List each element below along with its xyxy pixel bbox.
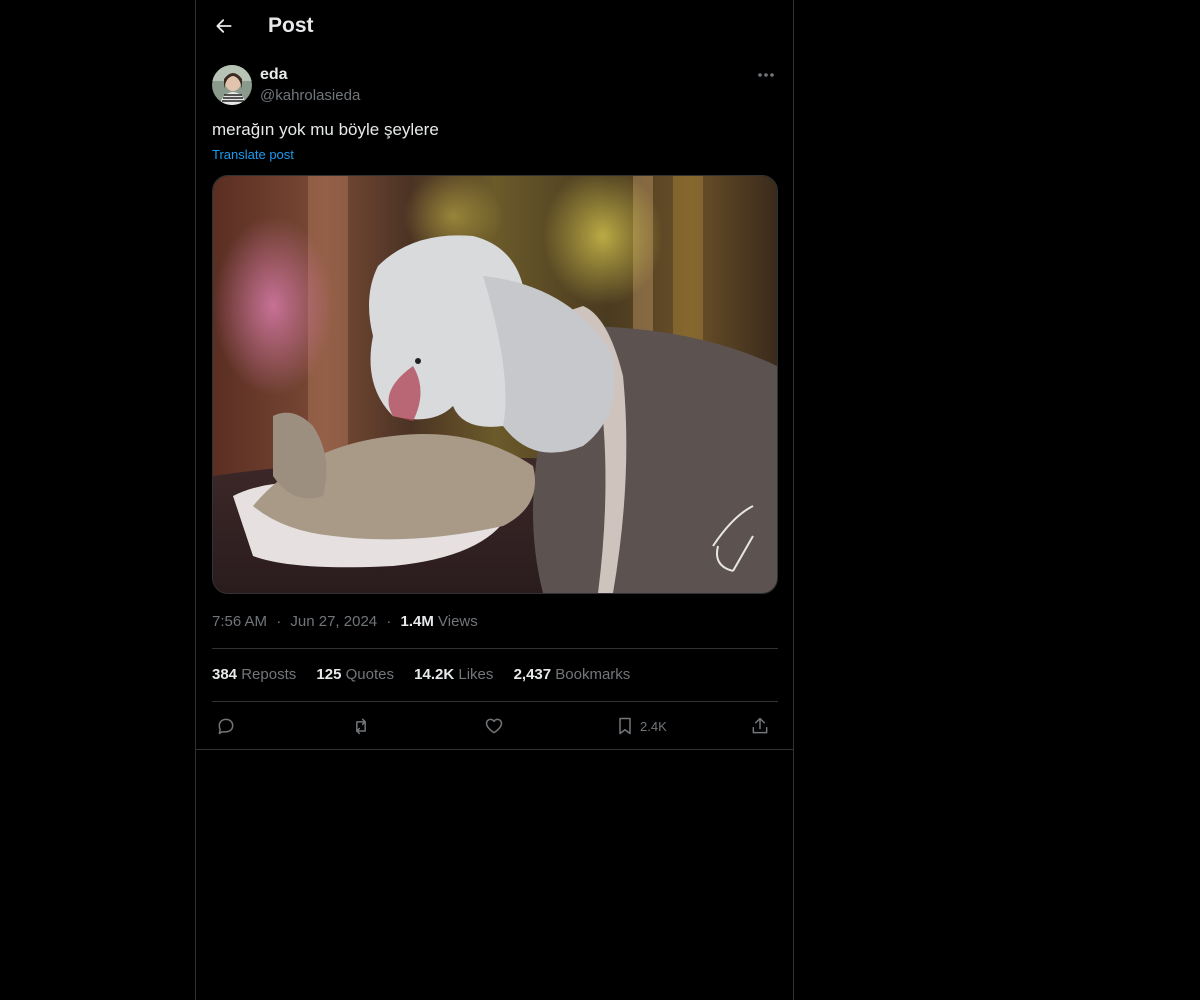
media-illustration	[213, 176, 777, 593]
back-button[interactable]	[212, 14, 236, 38]
author-display-name[interactable]: eda	[260, 66, 288, 84]
heart-icon	[485, 718, 503, 734]
avatar[interactable]	[212, 65, 252, 105]
more-horizontal-icon	[758, 73, 774, 77]
quotes-count: 125	[316, 666, 342, 683]
views-count: 1.4M	[400, 613, 434, 630]
bookmarks-stat[interactable]: 2,437 Bookmarks	[514, 666, 631, 683]
views-label: Views	[438, 613, 478, 630]
author-handle[interactable]: @kahrolasieda	[260, 87, 360, 104]
more-options-button[interactable]	[754, 65, 778, 85]
divider	[212, 648, 778, 649]
post-time[interactable]: 7:56 AM	[212, 613, 267, 630]
bookmark-count: 2.4K	[640, 718, 667, 734]
translate-post-link[interactable]: Translate post	[212, 147, 294, 162]
likes-label: Likes	[458, 666, 494, 683]
divider	[196, 749, 793, 750]
repost-icon	[356, 718, 366, 735]
reply-icon	[218, 718, 234, 735]
post-actions: 2.4K	[212, 713, 778, 739]
reply-button[interactable]	[216, 713, 236, 739]
page-title: Post	[268, 14, 314, 37]
post-detail-column: Post eda @kahrolasieda merağın yok mu bö…	[195, 0, 794, 1000]
quotes-label: Quotes	[345, 666, 394, 683]
reposts-label: Reposts	[241, 666, 297, 683]
bookmarks-label: Bookmarks	[555, 666, 631, 683]
reposts-stat[interactable]: 384 Reposts	[212, 666, 296, 683]
bookmarks-count: 2,437	[513, 666, 552, 683]
likes-count: 14.2K	[414, 666, 455, 683]
like-button[interactable]	[484, 713, 504, 739]
likes-stat[interactable]: 14.2K Likes	[414, 666, 493, 683]
post-date[interactable]: Jun 27, 2024	[290, 613, 377, 630]
post-author: eda @kahrolasieda	[212, 65, 778, 109]
meta-separator: ·	[276, 613, 282, 630]
reposts-count: 384	[212, 666, 238, 683]
bookmark-icon	[619, 717, 631, 735]
quotes-stat[interactable]: 125 Quotes	[316, 666, 394, 683]
share-button[interactable]	[750, 713, 770, 739]
post-stats: 384 Reposts 125 Quotes 14.2K Likes 2,437…	[212, 666, 646, 683]
repost-button[interactable]	[350, 713, 372, 739]
post-meta: 7:56 AM · Jun 27, 2024 · 1.4M Views	[212, 613, 478, 630]
share-icon	[752, 717, 768, 734]
arrow-left-icon	[216, 19, 232, 33]
post-text: merağın yok mu böyle şeylere	[212, 120, 439, 139]
bookmark-button[interactable]: 2.4K	[616, 713, 667, 739]
post-header: Post	[196, 0, 793, 54]
divider	[212, 701, 778, 702]
post-media-image[interactable]	[212, 175, 778, 594]
meta-separator: ·	[386, 613, 392, 630]
